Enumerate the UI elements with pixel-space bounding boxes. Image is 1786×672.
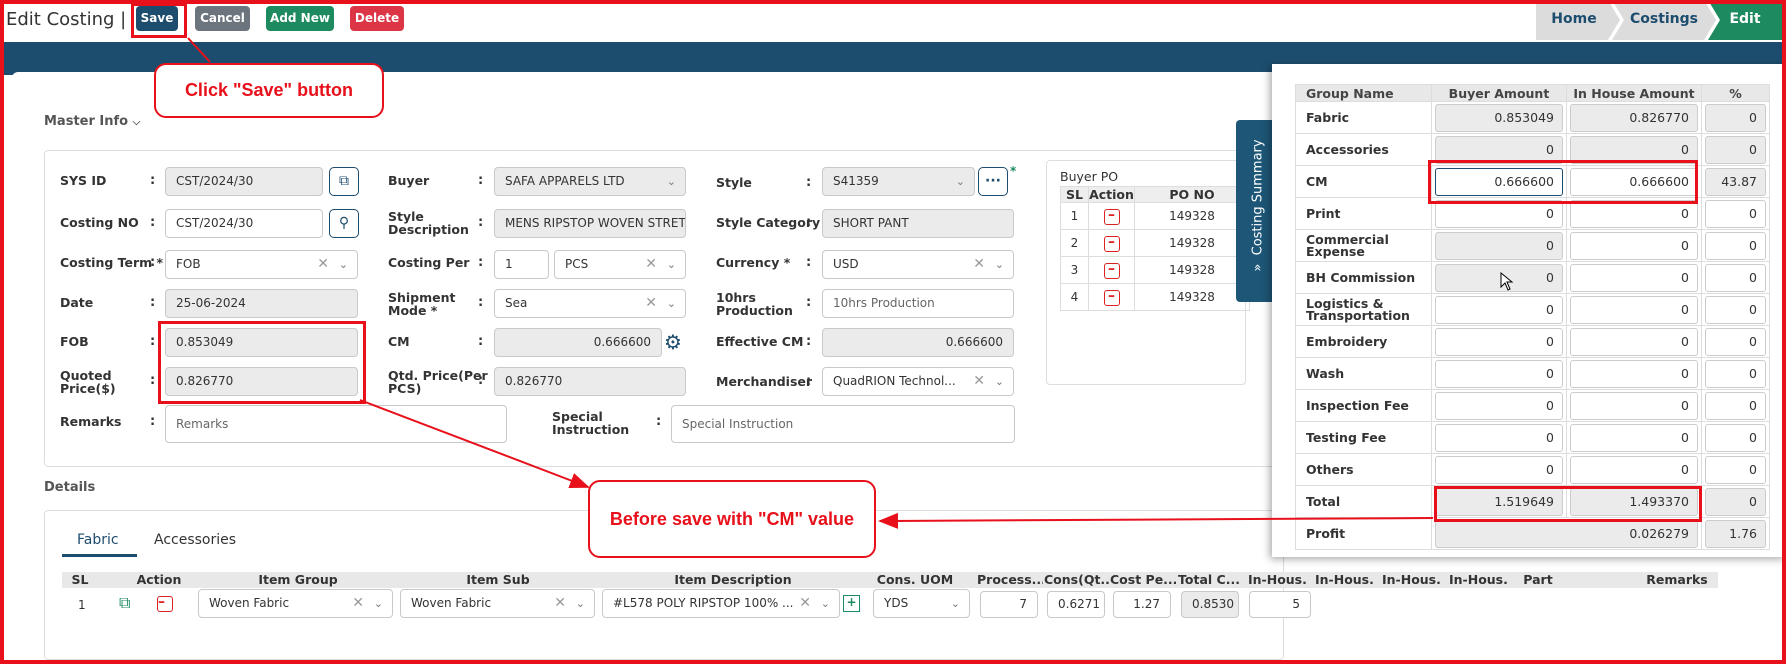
cm-callout: Before save with "CM" value	[588, 480, 876, 558]
save-callout: Click "Save" button	[154, 63, 384, 118]
